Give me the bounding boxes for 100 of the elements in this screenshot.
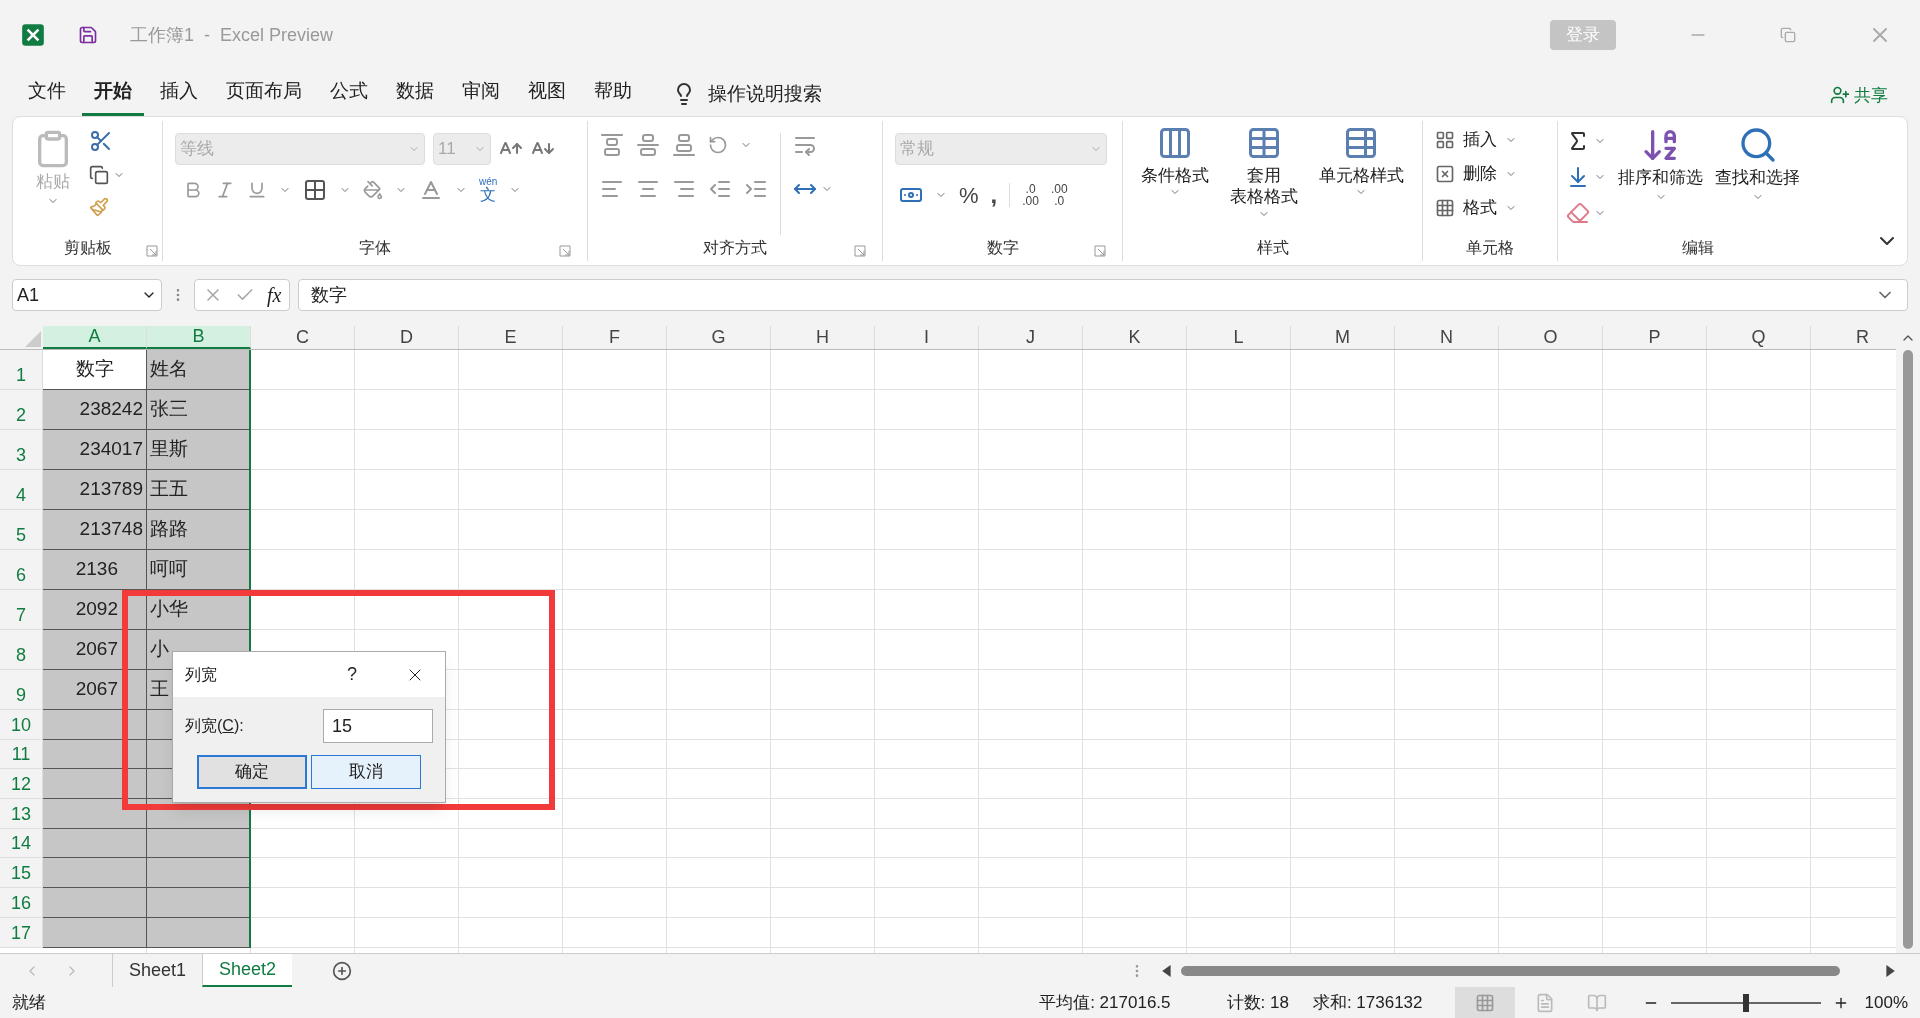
menu-tab[interactable]: 数据: [384, 76, 446, 116]
column-header[interactable]: F: [563, 326, 667, 349]
table-cell: 数字: [43, 350, 147, 390]
row-header[interactable]: 1: [0, 350, 43, 390]
table-cell: 王五: [147, 470, 251, 510]
dialog-launcher-icon[interactable]: [559, 245, 571, 257]
menu-tab[interactable]: 帮助: [582, 76, 644, 116]
name-box[interactable]: A1: [12, 279, 162, 311]
row-header[interactable]: 8: [0, 630, 43, 670]
borders-icon[interactable]: [303, 178, 327, 202]
row-header[interactable]: 3: [0, 430, 43, 470]
share-button[interactable]: 共享: [1854, 82, 1888, 108]
row-header[interactable]: 12: [0, 769, 43, 800]
menu-tab[interactable]: 插入: [148, 76, 210, 116]
style-button[interactable]: 单元格样式: [1318, 125, 1404, 235]
italic-icon[interactable]: [215, 180, 235, 200]
row-header[interactable]: 14: [0, 828, 43, 859]
row-header[interactable]: 15: [0, 858, 43, 889]
help-button[interactable]: ?: [347, 661, 357, 688]
column-header[interactable]: H: [771, 326, 875, 349]
column-header[interactable]: P: [1603, 326, 1707, 349]
dialog-launcher-icon[interactable]: [1094, 245, 1106, 257]
share-icon[interactable]: [1830, 85, 1850, 106]
bottom-align-icon[interactable]: [672, 133, 696, 157]
menu-tab[interactable]: 文件: [16, 76, 78, 116]
add-sheet-icon[interactable]: [332, 960, 353, 981]
style-button[interactable]: 条件格式: [1141, 125, 1210, 235]
decrease-decimal-button[interactable]: .00 .0: [1050, 183, 1068, 207]
format-painter-icon[interactable]: [89, 197, 109, 217]
column-header[interactable]: C: [251, 326, 355, 349]
row-header[interactable]: 17: [0, 917, 43, 948]
row-header[interactable]: 4: [0, 470, 43, 510]
row-header[interactable]: 5: [0, 510, 43, 550]
vertical-scrollbar-thumb[interactable]: [1903, 350, 1913, 949]
underline-icon[interactable]: [247, 180, 267, 200]
column-header[interactable]: O: [1499, 326, 1603, 349]
cells-button[interactable]: 删除: [1435, 159, 1545, 189]
scroll-right-icon[interactable]: [1884, 964, 1896, 977]
menu-tab[interactable]: 公式: [318, 76, 380, 116]
scissors-icon[interactable]: [89, 129, 113, 153]
horizontal-scrollbar-thumb[interactable]: [1181, 965, 1840, 976]
column-header[interactable]: G: [667, 326, 771, 349]
middle-align-icon[interactable]: [636, 133, 660, 157]
copy-icon[interactable]: [89, 165, 109, 185]
restore-icon[interactable]: [1780, 27, 1796, 43]
row-header[interactable]: 16: [0, 888, 43, 918]
column-header[interactable]: J: [979, 326, 1083, 349]
row-header[interactable]: 9: [0, 670, 43, 710]
column-header[interactable]: B: [147, 326, 251, 349]
column-header[interactable]: I: [875, 326, 979, 349]
fill-color-icon[interactable]: [363, 180, 383, 200]
row-header[interactable]: 6: [0, 550, 43, 590]
cancel-button[interactable]: 取消: [311, 755, 421, 789]
find-select-button[interactable]: 查找和选择: [1715, 125, 1800, 235]
column-header[interactable]: Q: [1707, 326, 1811, 349]
ok-button[interactable]: 确定: [197, 755, 307, 789]
dialog-launcher-icon[interactable]: [854, 245, 866, 257]
comma-button[interactable]: ,: [990, 177, 998, 213]
row-header[interactable]: 11: [0, 739, 43, 770]
scroll-left-icon[interactable]: [1161, 964, 1173, 977]
menu-tab[interactable]: 页面布局: [214, 76, 314, 116]
dialog-launcher-icon[interactable]: [146, 245, 158, 257]
formula-field[interactable]: 数字: [298, 279, 1908, 311]
menu-tab[interactable]: 审阅: [450, 76, 512, 116]
column-header[interactable]: L: [1187, 326, 1291, 349]
sheet-tab[interactable]: Sheet2: [202, 954, 293, 987]
eraser-icon[interactable]: [1566, 201, 1590, 225]
input-field[interactable]: 15: [323, 709, 433, 743]
save-icon[interactable]: [78, 25, 98, 45]
column-header[interactable]: D: [355, 326, 459, 349]
page-break-icon[interactable]: [1586, 992, 1607, 1013]
font-color-icon[interactable]: [419, 178, 443, 202]
column-header[interactable]: E: [459, 326, 563, 349]
excel-logo-icon: [20, 22, 46, 48]
tell-me-search[interactable]: 操作说明搜索: [708, 79, 822, 108]
column-header[interactable]: N: [1395, 326, 1499, 349]
phonetic-button[interactable]: wén 文: [479, 177, 498, 203]
group-label: 剪贴板: [63, 238, 112, 258]
style-button[interactable]: 套用 表格格式: [1230, 125, 1298, 235]
cells-button[interactable]: 格式: [1435, 193, 1545, 223]
table-cell: 张三: [147, 390, 251, 430]
row-header[interactable]: 10: [0, 710, 43, 740]
increase-decimal-button[interactable]: .0 .00: [1009, 183, 1039, 207]
row-header[interactable]: 2: [0, 390, 43, 430]
column-header[interactable]: K: [1083, 326, 1187, 349]
menu-tab[interactable]: 视图: [516, 76, 578, 116]
row-header[interactable]: 7: [0, 590, 43, 630]
top-align-icon[interactable]: [600, 133, 624, 157]
select-all-icon[interactable]: [25, 331, 41, 347]
cells-button[interactable]: 插入: [1435, 125, 1545, 155]
row-header[interactable]: 13: [0, 799, 43, 829]
zoom-slider-thumb[interactable]: [1742, 993, 1749, 1012]
table-cell: 238242: [43, 390, 147, 430]
insert-function-button[interactable]: fx: [267, 280, 282, 310]
orientation-icon[interactable]: [708, 135, 728, 155]
percent-button[interactable]: %: [959, 178, 979, 212]
column-header[interactable]: M: [1291, 326, 1395, 349]
sort-filter-button[interactable]: 排序和筛选: [1618, 125, 1703, 235]
normal-view-button[interactable]: [1454, 987, 1515, 1018]
column-header[interactable]: A: [43, 326, 147, 349]
